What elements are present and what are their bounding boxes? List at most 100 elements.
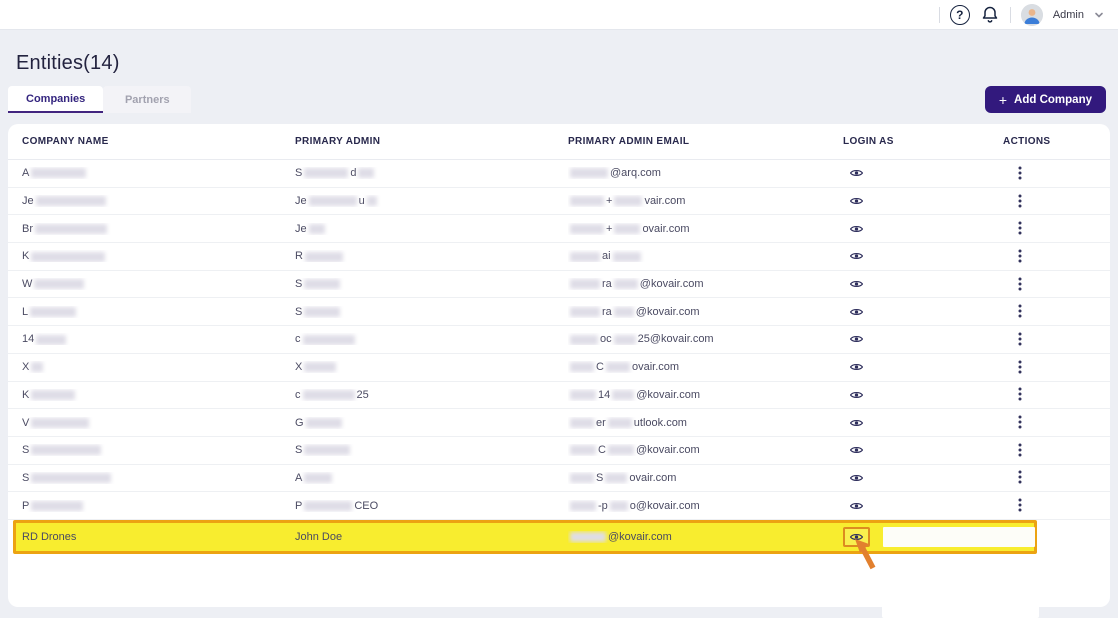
primary-admin-email-cell: +vair.com <box>568 195 843 207</box>
login-as-eye-icon[interactable] <box>843 496 870 516</box>
login-as-eye-icon[interactable] <box>843 385 870 405</box>
cell-text: S <box>295 306 302 318</box>
redacted-text <box>31 418 89 428</box>
primary-admin-cell: G <box>295 417 568 429</box>
help-icon[interactable]: ? <box>950 5 970 25</box>
row-actions-kebab-icon[interactable] <box>1012 358 1028 376</box>
redacted-text <box>34 279 84 289</box>
cell-text: K <box>22 389 29 401</box>
redacted-text <box>31 501 83 511</box>
row-actions-kebab-icon[interactable] <box>1012 192 1028 210</box>
row-actions-kebab-icon[interactable] <box>1012 330 1028 348</box>
column-header: ACTIONS <box>1003 136 1096 147</box>
row-actions-kebab-icon[interactable] <box>1012 275 1028 293</box>
table-row: SASovair.com <box>8 465 1110 493</box>
row-actions-kebab-icon[interactable] <box>1012 164 1028 182</box>
cell-text: er <box>596 417 606 429</box>
redacted-text <box>30 307 76 317</box>
redacted-text <box>614 196 642 206</box>
redacted-text <box>614 307 634 317</box>
cell-text: P <box>295 500 302 512</box>
redacted-text <box>304 279 340 289</box>
login-as-eye-icon[interactable] <box>843 468 870 488</box>
primary-admin-cell: R <box>295 250 568 262</box>
login-as-eye-icon[interactable] <box>843 246 870 266</box>
cell-text: Je <box>295 195 307 207</box>
redacted-text <box>608 418 632 428</box>
cell-text: S <box>295 278 302 290</box>
redaction-overlay <box>883 527 1035 547</box>
table-row: BrJe+ovair.com <box>8 215 1110 243</box>
redacted-text <box>570 418 594 428</box>
row-actions-kebab-icon[interactable] <box>1012 441 1028 459</box>
cell-text: -p <box>598 500 608 512</box>
tab-partners[interactable]: Partners <box>103 86 191 113</box>
table-row: XXCovair.com <box>8 354 1110 382</box>
redacted-text <box>304 307 340 317</box>
redacted-text <box>31 362 43 372</box>
actions-cell <box>1003 275 1096 294</box>
actions-cell <box>1003 330 1096 349</box>
redacted-text <box>606 362 630 372</box>
row-actions-kebab-icon[interactable] <box>1012 385 1028 403</box>
tab-companies[interactable]: Companies <box>8 86 103 113</box>
cell-text: utlook.com <box>634 417 687 429</box>
row-actions-kebab-icon[interactable] <box>1012 247 1028 265</box>
row-actions-kebab-icon[interactable] <box>1012 413 1028 431</box>
cell-text: @kovair.com <box>636 389 700 401</box>
row-actions-kebab-icon[interactable] <box>1012 496 1028 514</box>
login-as-eye-icon[interactable] <box>843 163 870 183</box>
table-row: LSra@kovair.com <box>8 298 1110 326</box>
login-as-eye-icon[interactable] <box>843 302 870 322</box>
cell-text: V <box>22 417 29 429</box>
primary-admin-cell: A <box>295 472 568 484</box>
cell-text: 25@kovair.com <box>638 333 714 345</box>
actions-cell <box>1003 358 1096 377</box>
company-name-cell: P <box>22 500 295 512</box>
redacted-text <box>304 501 352 511</box>
cell-text: X <box>295 361 302 373</box>
row-actions-kebab-icon[interactable] <box>1012 468 1028 486</box>
login-as-eye-icon[interactable] <box>843 329 870 349</box>
topbar-divider <box>939 7 940 23</box>
tab-bar: Companies Partners <box>8 86 191 113</box>
redacted-text <box>570 473 594 483</box>
avatar[interactable] <box>1021 4 1043 26</box>
cell-text: S <box>22 472 29 484</box>
topbar: ? Admin <box>0 0 1118 30</box>
table-row: PPCEO-po@kovair.com <box>8 492 1110 520</box>
login-as-eye-icon[interactable] <box>843 191 870 211</box>
primary-admin-email-cell: ai <box>568 250 843 262</box>
redacted-text <box>570 224 604 234</box>
add-company-button[interactable]: + Add Company <box>985 86 1106 113</box>
company-name-cell: K <box>22 389 295 401</box>
redacted-text <box>358 168 374 178</box>
row-actions-kebab-icon[interactable] <box>1012 302 1028 320</box>
company-name-cell: X <box>22 361 295 373</box>
login-as-eye-icon[interactable] <box>843 357 870 377</box>
chevron-down-icon[interactable] <box>1094 10 1104 20</box>
login-as-cell <box>843 468 1003 488</box>
primary-admin-cell: Sd <box>295 167 568 179</box>
redacted-text <box>570 307 600 317</box>
redacted-text <box>570 390 596 400</box>
table-row: V Ger utlook.com <box>8 409 1110 437</box>
row-actions-kebab-icon[interactable] <box>1012 219 1028 237</box>
cell-text: u <box>359 195 365 207</box>
login-as-eye-icon[interactable] <box>843 274 870 294</box>
column-header: PRIMARY ADMIN EMAIL <box>568 136 843 147</box>
login-as-cell <box>843 357 1003 377</box>
admin-user-label[interactable]: Admin <box>1053 9 1084 21</box>
company-name-cell: 14 <box>22 333 295 345</box>
actions-cell <box>1003 413 1096 432</box>
redacted-text <box>36 196 106 206</box>
redacted-text <box>605 473 627 483</box>
login-as-eye-icon[interactable] <box>843 413 870 433</box>
login-as-eye-icon[interactable] <box>843 440 870 460</box>
cell-text: Je <box>22 195 34 207</box>
redacted-text <box>612 390 634 400</box>
primary-admin-cell: S <box>295 278 568 290</box>
login-as-eye-icon[interactable] <box>843 219 870 239</box>
primary-admin-cell: John Doe <box>295 531 568 543</box>
notifications-bell-icon[interactable] <box>980 5 1000 25</box>
